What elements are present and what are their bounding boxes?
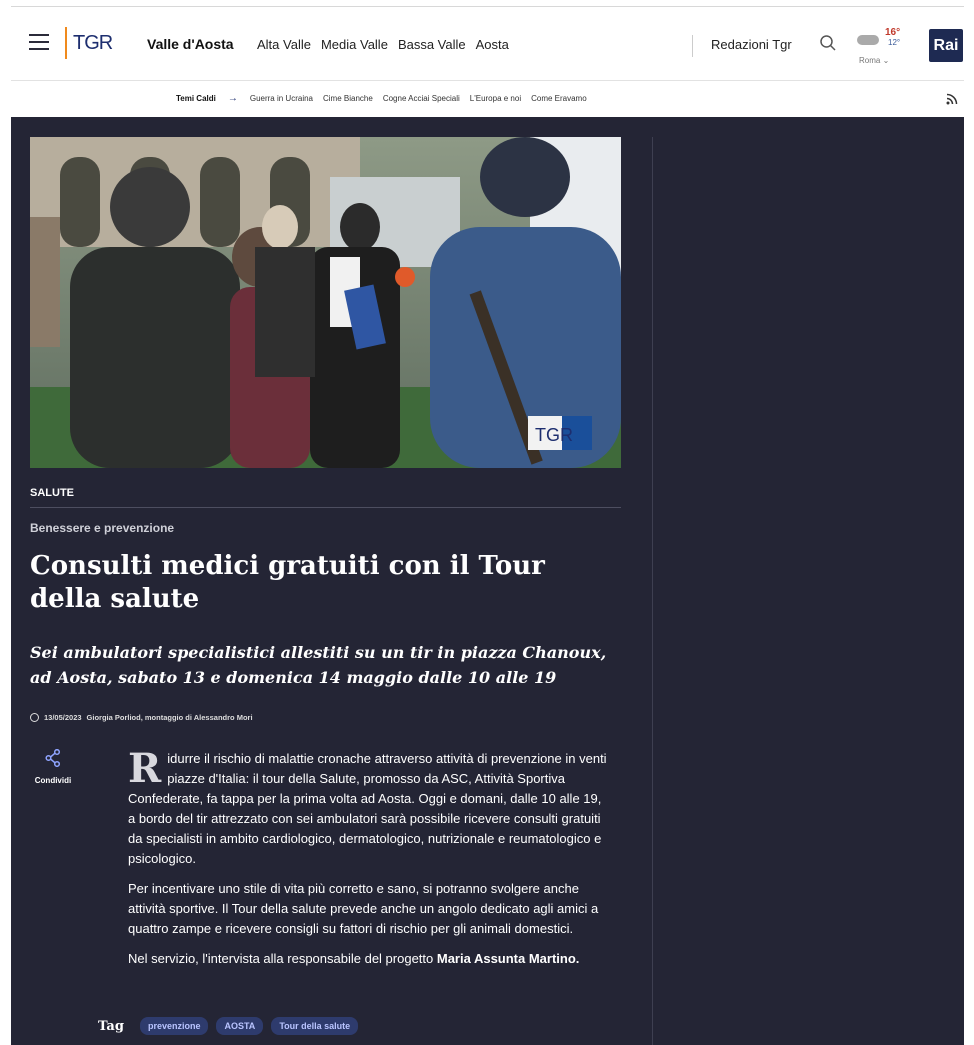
search-icon[interactable] xyxy=(819,34,837,52)
tags-label: Tag xyxy=(98,1018,124,1034)
article-date: 13/05/2023 xyxy=(44,713,82,722)
nav-item-media-valle[interactable]: Media Valle xyxy=(321,37,388,52)
rss-icon[interactable] xyxy=(946,93,958,105)
hot-topic-link[interactable]: Cogne Acciai Speciali xyxy=(383,94,460,103)
nav-item-aosta[interactable]: Aosta xyxy=(476,37,509,52)
article-kicker: Benessere e prevenzione xyxy=(30,521,175,535)
redazioni-link[interactable]: Redazioni Tgr xyxy=(711,37,792,52)
arrow-right-icon: → xyxy=(227,93,238,104)
region-nav: Alta Valle Media Valle Bassa Valle Aosta xyxy=(257,37,509,52)
article-title: Consulti medici gratuiti con il Tour del… xyxy=(30,551,545,614)
article-photo: TGR xyxy=(30,137,621,468)
tag-chip[interactable]: prevenzione xyxy=(139,1017,209,1035)
hot-topic-link[interactable]: L'Europa e noi xyxy=(470,94,521,103)
menu-icon[interactable] xyxy=(29,34,49,50)
article-subtitle: Sei ambulatori specialistici allestiti s… xyxy=(30,643,607,687)
hot-topics-label: Temi Caldi xyxy=(176,94,216,103)
video-watermark: TGR xyxy=(535,425,573,445)
share-button[interactable]: Condividi xyxy=(30,748,76,785)
article-paragraph: R idurre il rischio di malattie cronache… xyxy=(128,745,607,867)
tag-chip[interactable]: Tour della salute xyxy=(271,1017,359,1035)
category-divider xyxy=(30,507,621,508)
header-main-row: TGR Valle d'Aosta Alta Valle Media Valle… xyxy=(11,7,964,81)
hot-topics-bar: Temi Caldi → Guerra in Ucraina Cime Bian… xyxy=(11,81,964,117)
article-video-image[interactable]: TGR xyxy=(30,137,621,468)
column-divider xyxy=(652,137,653,1045)
chevron-down-icon: ⌄ xyxy=(882,56,890,65)
weather-widget[interactable]: 16° 12° Roma ⌄ xyxy=(857,27,917,67)
weather-city: Roma ⌄ xyxy=(859,56,890,65)
rai-logo[interactable]: Rai xyxy=(929,29,963,62)
clock-icon xyxy=(30,713,39,722)
temp-low: 12° xyxy=(888,38,901,47)
header-divider xyxy=(692,35,693,57)
article-author: Giorgia Porliod, montaggio di Alessandro… xyxy=(86,713,253,722)
tags-row: Tag prevenzione AOSTA Tour della salute xyxy=(98,1017,359,1035)
article-meta: 13/05/2023 Giorgia Porliod, montaggio di… xyxy=(30,713,253,722)
tgr-logo[interactable]: TGR xyxy=(65,27,132,59)
site-header: TGR Valle d'Aosta Alta Valle Media Valle… xyxy=(11,6,964,116)
temp-high: 16° xyxy=(885,27,901,38)
region-title[interactable]: Valle d'Aosta xyxy=(147,36,234,52)
article-container: TGR SALUTE Benessere e prevenzione Consu… xyxy=(11,117,964,1045)
hot-topic-link[interactable]: Guerra in Ucraina xyxy=(250,94,313,103)
cloud-icon xyxy=(857,35,879,45)
article-paragraph: Nel servizio, l'intervista alla responsa… xyxy=(128,951,580,966)
nav-item-alta-valle[interactable]: Alta Valle xyxy=(257,37,311,52)
article-paragraph: Per incentivare uno stile di vita più co… xyxy=(128,881,599,936)
drop-cap: R xyxy=(128,745,162,792)
article-category[interactable]: SALUTE xyxy=(30,487,74,499)
hot-topic-link[interactable]: Cime Bianche xyxy=(323,94,373,103)
share-label: Condividi xyxy=(34,776,72,785)
article-body: R idurre il rischio di malattie cronache… xyxy=(128,749,612,979)
hot-topic-link[interactable]: Come Eravamo xyxy=(531,94,587,103)
share-icon xyxy=(45,748,61,768)
tag-chip[interactable]: AOSTA xyxy=(216,1017,264,1035)
nav-item-bassa-valle[interactable]: Bassa Valle xyxy=(398,37,466,52)
